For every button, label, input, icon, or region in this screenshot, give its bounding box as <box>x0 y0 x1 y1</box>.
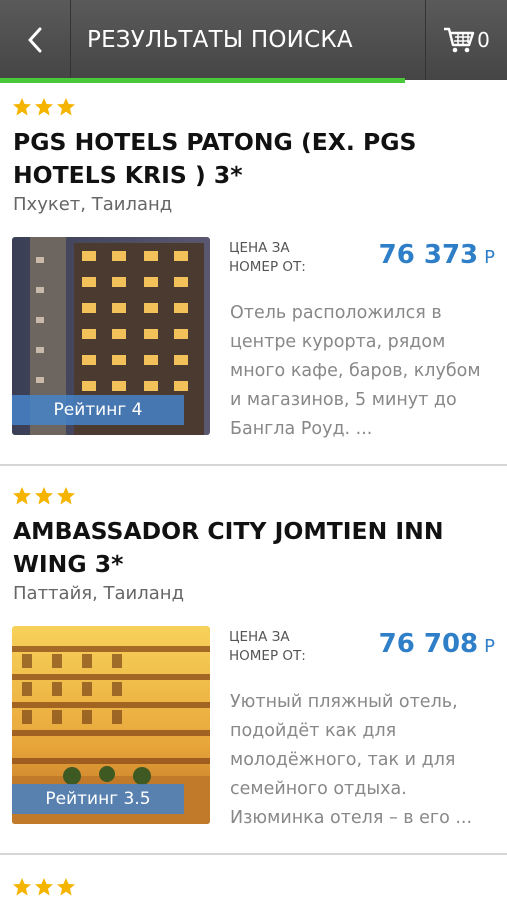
star-icon <box>57 487 75 505</box>
hotel-name[interactable]: AMBASSADOR CITY JOMTIEN INN WING 3* <box>13 515 483 581</box>
star-icon <box>35 98 53 116</box>
cart-icon <box>444 27 475 53</box>
hotel-location: Пхукет, Таиланд <box>13 194 173 215</box>
hotel-photo[interactable]: Рейтинг 4 <box>12 237 210 435</box>
star-icon <box>35 487 53 505</box>
hotel-location: Паттайя, Таиланд <box>13 583 185 604</box>
page-title: РЕЗУЛЬТАТЫ ПОИСКА <box>87 27 353 53</box>
cart-count: 0 <box>477 28 490 52</box>
hotel-photo[interactable]: Рейтинг 3.5 <box>12 626 210 824</box>
star-rating <box>12 486 76 506</box>
star-icon <box>13 878 31 896</box>
hotel-card[interactable] <box>0 875 507 900</box>
star-icon <box>13 487 31 505</box>
star-icon <box>13 98 31 116</box>
cart-button[interactable]: 0 <box>425 0 507 80</box>
hotel-description: Отель расположился в центре курорта, ряд… <box>230 303 481 439</box>
price-amount: 76 373 <box>378 240 479 270</box>
price-amount: 76 708 <box>378 629 479 659</box>
back-button[interactable] <box>0 0 71 80</box>
star-icon <box>35 878 53 896</box>
price-label: ЦЕНА ЗА НОМЕР ОТ: <box>229 629 306 664</box>
hotel-name[interactable]: PGS HOTELS PATONG (EX. PGS HOTELS KRIS )… <box>13 126 483 192</box>
star-rating <box>12 877 76 897</box>
currency-symbol: Р <box>484 247 495 268</box>
price-label: ЦЕНА ЗА НОМЕР ОТ: <box>229 240 306 275</box>
star-icon <box>57 878 75 896</box>
currency-symbol: Р <box>484 636 495 657</box>
divider <box>0 464 507 466</box>
price-value: 76 708 Р <box>379 629 495 659</box>
star-rating <box>12 97 76 117</box>
hotel-card[interactable]: PGS HOTELS PATONG (EX. PGS HOTELS KRIS )… <box>0 95 507 467</box>
divider <box>0 853 507 855</box>
progress-bar <box>0 78 405 83</box>
rating-badge: Рейтинг 3.5 <box>12 784 184 814</box>
hotel-card[interactable]: AMBASSADOR CITY JOMTIEN INN WING 3* Патт… <box>0 484 507 856</box>
rating-badge: Рейтинг 4 <box>12 395 184 425</box>
price-value: 76 373 Р <box>379 240 495 270</box>
top-bar: РЕЗУЛЬТАТЫ ПОИСКА 0 <box>0 0 507 83</box>
chevron-left-icon <box>28 27 42 53</box>
hotel-description: Уютный пляжный отель, подойдёт как для м… <box>230 692 473 828</box>
star-icon <box>57 98 75 116</box>
